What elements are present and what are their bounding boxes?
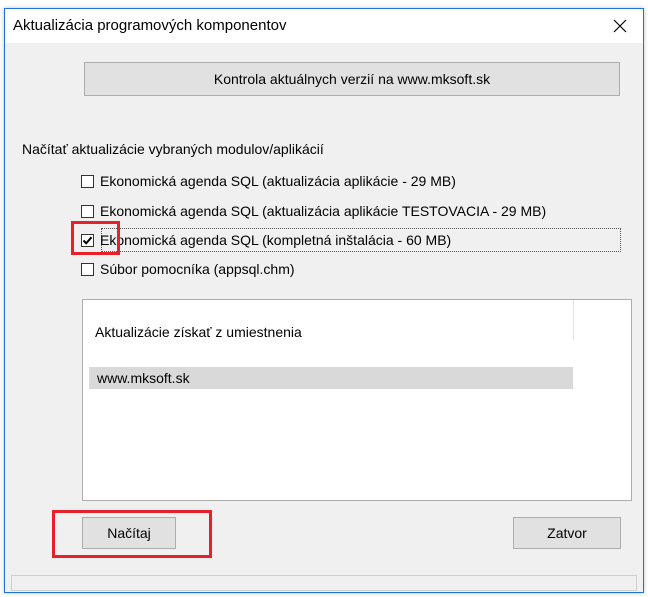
module-option-2[interactable]: Ekonomická agenda SQL (aktualizácia apli… — [81, 200, 546, 222]
close-icon — [613, 19, 627, 33]
update-dialog: Aktualizácia programových komponentov Ko… — [4, 8, 644, 593]
list-column-header[interactable]: Aktualizácie získať z umiestnenia — [83, 300, 574, 340]
module-option-4[interactable]: Súbor pomocníka (appsql.chm) — [81, 258, 295, 280]
load-button[interactable]: Načítaj — [82, 517, 176, 549]
list-header-label: Aktualizácie získať z umiestnenia — [95, 324, 302, 340]
dialog-title: Aktualizácia programových komponentov — [13, 17, 287, 34]
list-item-label: www.mksoft.sk — [97, 370, 190, 386]
module-option-label: Súbor pomocníka (appsql.chm) — [100, 261, 295, 277]
checkmark-icon — [82, 236, 93, 245]
status-bar — [11, 575, 637, 591]
module-option-1[interactable]: Ekonomická agenda SQL (aktualizácia apli… — [81, 170, 456, 192]
close-window-button[interactable] — [597, 9, 643, 43]
close-button[interactable]: Zatvor — [513, 517, 621, 549]
checkbox[interactable] — [81, 262, 94, 276]
module-option-label: Ekonomická agenda SQL (aktualizácia apli… — [100, 203, 547, 219]
check-versions-button[interactable]: Kontrola aktuálnych verzií na www.mksoft… — [84, 62, 620, 96]
module-option-3[interactable]: Ekonomická agenda SQL (kompletná inštalá… — [81, 229, 451, 251]
module-option-label: Ekonomická agenda SQL (kompletná inštalá… — [100, 232, 452, 248]
checkbox[interactable] — [81, 174, 94, 188]
list-item[interactable]: www.mksoft.sk — [89, 367, 573, 389]
modules-label: Načítať aktualizácie vybraných modulov/a… — [22, 141, 324, 157]
checkbox-checked[interactable] — [81, 233, 94, 247]
module-option-label: Ekonomická agenda SQL (aktualizácia apli… — [100, 173, 456, 189]
checkbox[interactable] — [81, 204, 94, 218]
title-bar[interactable]: Aktualizácia programových komponentov — [5, 9, 643, 43]
source-listbox[interactable]: Aktualizácie získať z umiestnenia www.mk… — [82, 299, 632, 501]
